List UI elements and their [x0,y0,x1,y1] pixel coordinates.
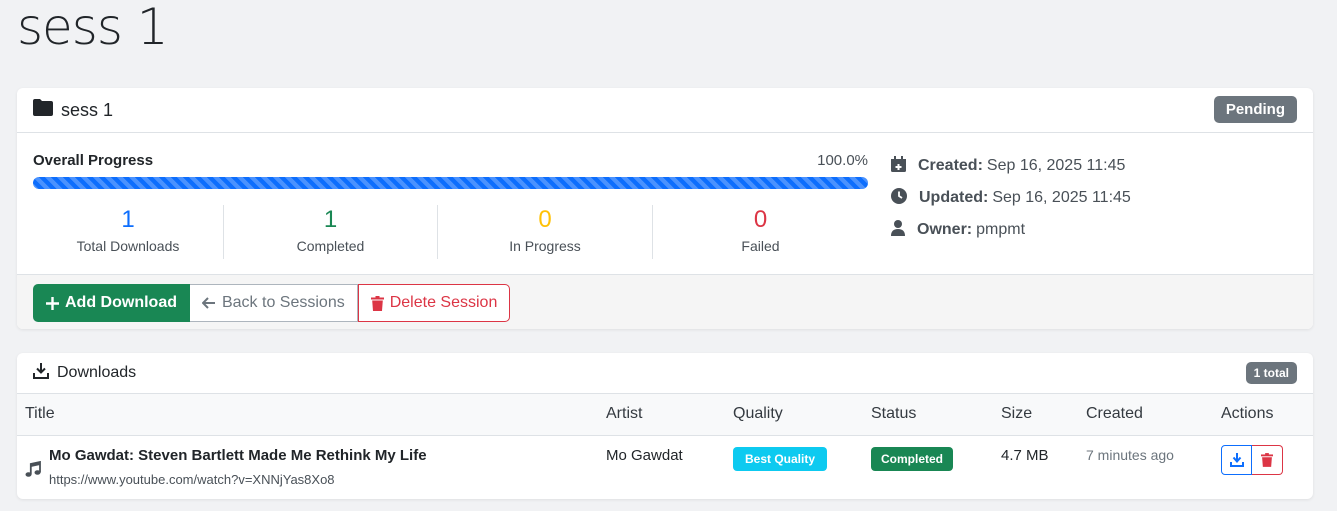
status-badge: Pending [1213,96,1297,123]
stats-row: 1 Total Downloads 1 Completed 0 In Progr… [33,205,868,259]
column-header-created: Created [1078,394,1213,436]
column-header-size: Size [993,394,1078,436]
arrow-left-icon [201,297,215,309]
row-actions [1221,444,1313,475]
back-label: Back to Sessions [221,294,345,311]
download-icon [1229,452,1244,467]
downloads-title: Downloads [57,364,137,381]
created-value: Sep 16, 2025 11:45 [986,157,1126,174]
calendar-plus-icon [891,155,918,177]
downloads-header: Downloads 1 total [17,353,1313,394]
column-header-status: Status [863,394,993,436]
column-header-title: Title [17,394,598,436]
delete-session-button[interactable]: Delete Session [357,284,511,322]
stat-in-progress: 0 In Progress [438,205,653,259]
progress-bar [33,177,868,189]
stat-label: Failed [741,238,780,254]
stat-value: 0 [538,206,552,233]
session-header: sess 1 Pending [17,88,1313,133]
session-actions: Add Download Back to Sessions Delete Ses… [17,274,1313,329]
stat-value: 1 [121,206,135,233]
progress-label: Overall Progress [33,152,154,169]
updated-row: Updated: Sep 16, 2025 11:45 [891,182,1131,214]
column-header-actions: Actions [1213,394,1313,436]
user-icon [891,219,917,241]
status-cell: Completed [863,435,993,499]
clock-icon [891,187,919,209]
stat-failed: 0 Failed [653,205,868,259]
owner-value: pmpmt [976,221,1026,238]
created-row: Created: Sep 16, 2025 11:45 [891,150,1131,182]
add-download-label: Add Download [65,294,177,311]
stat-value: 1 [323,206,338,233]
owner-row: Owner: pmpmt [891,214,1131,246]
download-file-button[interactable] [1221,444,1252,475]
updated-value: Sep 16, 2025 11:45 [992,189,1131,206]
status-badge-completed: Completed [871,446,954,471]
stat-label: Total Downloads [76,238,180,254]
column-header-quality: Quality [725,394,863,436]
stat-label: In Progress [509,238,581,254]
download-url: https://www.youtube.com/watch?v=XNNjYas8… [49,471,335,487]
download-title: Mo Gawdat: Steven Bartlett Made Me Rethi… [49,446,427,464]
stat-value: 0 [753,206,768,233]
back-to-sessions-button[interactable]: Back to Sessions [189,284,358,322]
table-row: Mo Gawdat: Steven Bartlett Made Me Rethi… [17,435,1313,499]
title-cell: Mo Gawdat: Steven Bartlett Made Me Rethi… [17,447,598,487]
quality-badge: Best Quality [733,446,828,471]
trash-icon [1261,452,1273,467]
folder-icon [33,99,53,121]
progress-header: Overall Progress 100.0% [33,152,868,169]
session-name: sess 1 [61,99,114,120]
downloads-table: Title Artist Quality Status Size Created… [17,394,1313,499]
plus-icon [46,296,59,310]
download-icon [33,362,49,384]
session-card: sess 1 Pending Overall Progress 100.0% 1… [17,88,1313,329]
updated-label: Updated: [919,189,989,206]
total-badge: 1 total [1245,362,1297,384]
add-download-button[interactable]: Add Download [33,284,190,322]
stat-total-downloads: 1 Total Downloads [33,205,224,259]
delete-label: Delete Session [389,294,498,311]
column-header-artist: Artist [598,394,725,436]
actions-cell [1213,435,1313,499]
quality-cell: Best Quality [725,435,863,499]
size-cell: 4.7 MB [1001,446,1049,464]
created-cell: 7 minutes ago [1086,446,1174,463]
delete-download-button[interactable] [1252,444,1283,475]
trash-icon [370,295,384,311]
table-header-row: Title Artist Quality Status Size Created… [17,394,1313,436]
progress-percent: 100.0% [817,152,868,169]
created-label: Created: [918,157,983,174]
session-button-group: Add Download Back to Sessions Delete Ses… [33,284,511,322]
owner-label: Owner: [917,221,973,238]
downloads-card: Downloads 1 total Title Artist Quality S… [17,353,1313,499]
progress-fill [33,177,868,189]
stat-completed: 1 Completed [224,205,438,259]
page-title: sess 1 [17,0,169,56]
artist-cell: Mo Gawdat [606,446,683,464]
session-meta: Created: Sep 16, 2025 11:45 Updated: Sep… [891,150,1131,246]
music-icon [25,460,41,477]
stat-label: Completed [296,238,365,254]
